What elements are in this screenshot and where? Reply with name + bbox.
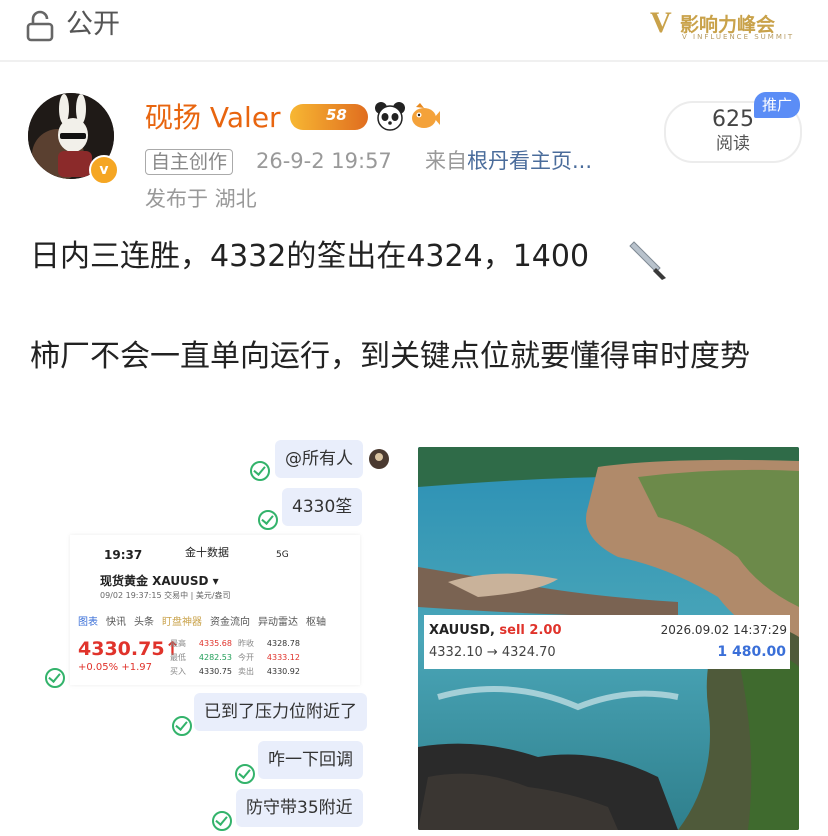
quote-tabs: 图表 快讯 头条 盯盘神器 资金流向 异动雷达 枢轴 [78,613,334,628]
lock-icon[interactable] [26,10,54,42]
promote-badge[interactable]: 推广 [754,92,800,118]
quote-subtitle: 09/02 19:37:15 交易中 | 美元/盎司 [100,591,231,600]
check-icon [45,668,65,688]
chat-bubble: 已到了压力位附近了 [194,693,367,731]
chat-bubble: @所有人 [275,440,363,478]
top-bar: 公开 V 影响力峰会 V INFLUENCE SUMMIT [0,0,828,60]
quote-tab: 盯盘神器 [162,617,202,628]
source-link[interactable]: 根丹看主页... [467,149,592,173]
check-icon [172,716,192,736]
quote-tab: 头条 [134,617,154,628]
trade-profit: 1 480.00 [717,644,786,660]
quote-grid: 最高 4335.68 昨收 4328.78 最低 4282.53 今开 4333.12 买入… [170,637,306,679]
post-time: 26-9-2 19:57 [256,149,392,173]
quote-tab: 枢轴 [306,617,326,628]
chat-bubble: 咋一下回调 [258,741,363,779]
trade-card: XAUUSD, sell 2.00 2026.09.02 14:37:29 43… [424,615,790,669]
chat-avatar [369,449,389,469]
quote-tab: 资金流向 [210,617,250,628]
check-icon [235,764,255,784]
quote-price: 4330.75↑ [78,638,181,660]
trade-side: sell 2.00 [499,623,562,638]
level-badge-text: 58 [326,106,347,124]
divider [0,60,828,62]
quote-grid-row: 买入 4330.75 卖出 4330.92 [170,667,300,676]
quote-tab: 图表 [78,617,98,628]
trade-range: 4332.10 → 4324.70 [429,645,556,660]
quote-screenshot: 19:37 金十数据 5G 现货黄金 XAUUSD ▾ 09/02 19:37:… [70,535,360,685]
chat-bubble: 防守带35附近 [236,789,363,827]
visibility-label[interactable]: 公开 [66,8,120,42]
post-text-line1: 日内三连胜，4332的筌出在4324，1400 [30,239,590,274]
trade-symbol: XAUUSD, sell 2.00 [429,623,562,638]
check-icon [250,461,270,481]
knife-icon [629,241,666,280]
verified-icon: v [89,155,119,185]
quote-tab: 异动雷达 [258,617,298,628]
post-text-line2: 柿厂不会一直单向运行，到关键点位就要懂得审时度势 [30,339,750,374]
quote-app-name: 金十数据 [185,546,229,559]
fish-icon [412,103,440,128]
quote-grid-row: 最低 4282.53 今开 4333.12 [170,653,300,662]
quote-status-right: 5G [276,550,289,560]
quote-tab: 快讯 [106,617,126,628]
read-label: 阅读 [716,134,750,154]
post-source: 来自根丹看主页... [425,147,592,175]
chat-bubble: 4330筌 [282,488,363,526]
panda-icon [375,102,405,131]
trade-datetime: 2026.09.02 14:37:29 [660,623,787,637]
post-location: 发布于 湖北 [145,187,257,211]
brand-en: V INFLUENCE SUMMIT [682,33,795,41]
source-prefix: 来自 [425,149,467,173]
author-name[interactable]: 砚扬 Valer [145,101,281,135]
quote-grid-row: 最高 4335.68 昨收 4328.78 [170,639,300,648]
quote-status-time: 19:37 [104,548,143,562]
quote-title: 现货黄金 XAUUSD ▾ [100,574,219,588]
brand-logo: V 影响力峰会 V INFLUENCE SUMMIT [650,6,795,41]
check-icon [258,510,278,530]
source-tag: 自主创作 [145,149,234,175]
check-icon [212,811,232,831]
quote-change: +0.05% +1.97 [78,662,152,673]
